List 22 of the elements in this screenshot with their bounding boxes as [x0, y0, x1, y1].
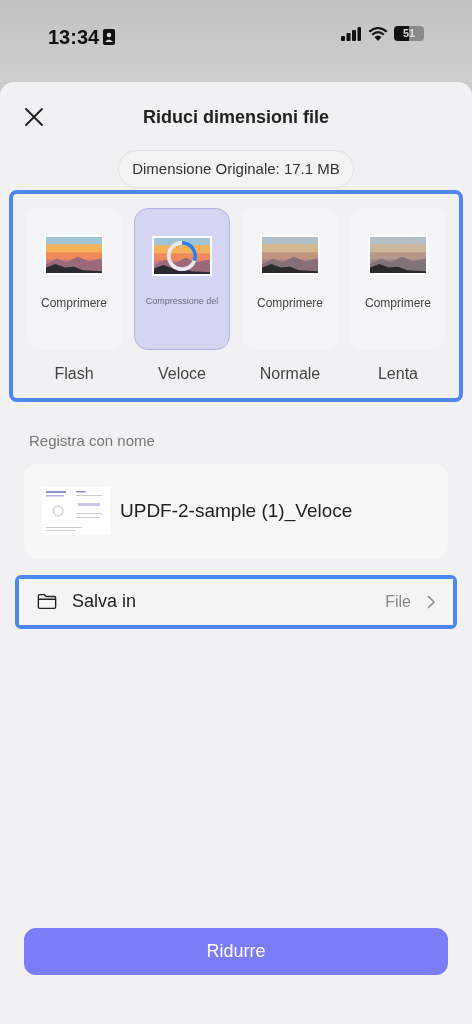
option-label: Lenta [377, 364, 418, 384]
chevron-right-icon [427, 594, 435, 609]
contact-card-icon [103, 29, 116, 45]
option-caption: Comprimere [41, 295, 107, 312]
original-size-pill: Dimensione Originale: 17.1 MB [118, 150, 354, 188]
battery-icon: 51 [394, 26, 424, 41]
document-thumbnail-icon [42, 487, 110, 535]
option-label: Flash [54, 364, 94, 384]
folder-icon [37, 593, 57, 610]
sheet-title: Riduci dimensioni file [143, 105, 329, 129]
file-name: UPDF-2-sample (1)_Veloce [120, 498, 353, 524]
section-label: Registra con nome [29, 431, 156, 451]
option-label: Veloce [157, 364, 206, 384]
option-label: Normale [259, 364, 321, 384]
status-time: 13:34 [48, 25, 100, 50]
signal-icon [340, 26, 362, 41]
option-caption: Compressione del [145, 295, 219, 308]
wifi-icon [368, 26, 388, 41]
option-caption: Comprimere [365, 295, 431, 312]
save-location-row[interactable]: Salva in File [19, 578, 453, 625]
close-button[interactable] [24, 106, 46, 128]
option-caption: Comprimere [257, 295, 323, 312]
